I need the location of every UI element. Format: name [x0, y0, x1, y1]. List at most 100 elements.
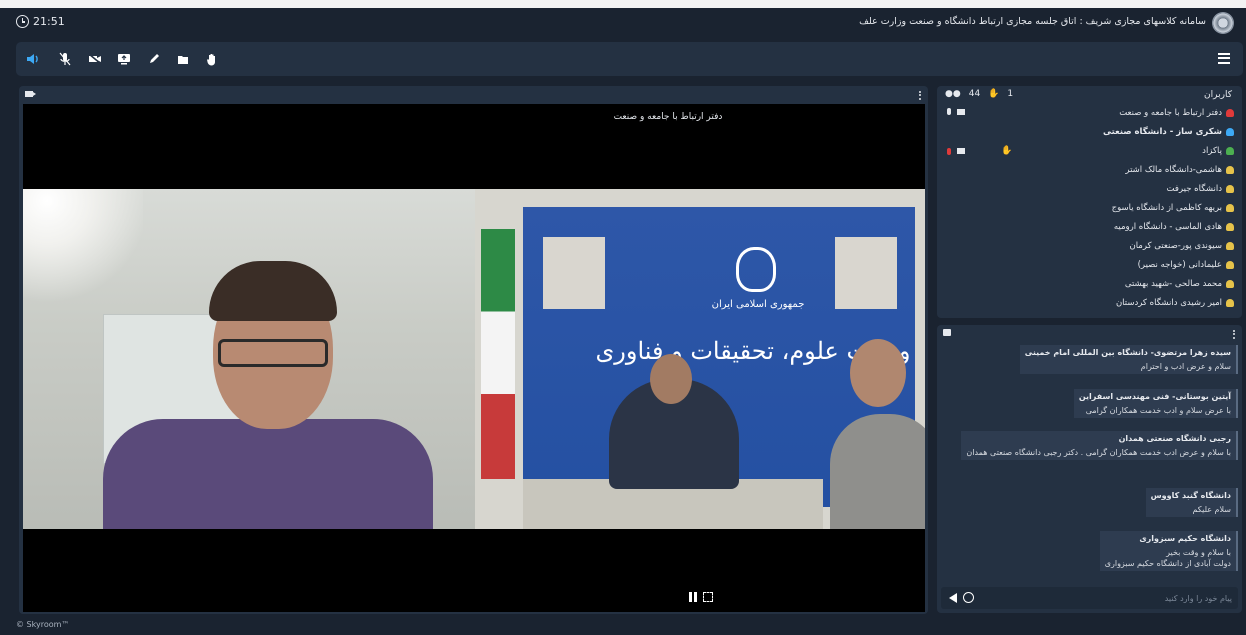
- chat-text: سلام و عرض ادب و احترام: [1140, 362, 1231, 371]
- chat-message: سیده زهرا مرتضوی- دانشگاه بین المللی اما…: [1019, 345, 1238, 374]
- user-name: محمد صالحی -شهید بهشتی: [1124, 279, 1222, 289]
- user-row[interactable]: محمد صالحی -شهید بهشتی: [937, 275, 1242, 294]
- user-row[interactable]: هادی الماسی - دانشگاه ارومیه: [937, 218, 1242, 237]
- portrait-left: [543, 237, 605, 309]
- camera-icon[interactable]: [957, 108, 965, 115]
- user-row[interactable]: پاکزاد ✋: [937, 142, 1242, 161]
- user-name: علیمادانی (خواجه نصیر): [1137, 260, 1222, 270]
- chat-message: آیتین بوستانی- فنی مهندسی اسفراین با عرض …: [1073, 389, 1238, 418]
- participant-feed-right: جمهوری اسلامی ایران وزارت علوم، تحقیقات …: [475, 189, 925, 529]
- video-panel: دفتر ارتباط با جامعه و صنعت جمهوری اسلام…: [19, 86, 928, 614]
- user-name: هاشمی-دانشگاه مالک اشتر: [1125, 165, 1222, 175]
- user-name: بریهه کاظمی از دانشگاه یاسوج: [1111, 203, 1222, 213]
- emoji-icon[interactable]: [963, 592, 974, 603]
- camera-button[interactable]: [86, 50, 104, 68]
- raised-hand-icon: ✋: [988, 89, 1000, 99]
- flag: [481, 229, 515, 479]
- chat-sender: سیده زهرا مرتضوی- دانشگاه بین المللی اما…: [1024, 348, 1231, 357]
- users-count: ●● 44 ✋ 1: [945, 89, 1013, 99]
- send-icon[interactable]: [949, 593, 957, 603]
- speaker-label: دفتر ارتباط با جامعه و صنعت: [613, 112, 723, 122]
- screen-share-button[interactable]: [115, 50, 133, 68]
- chat-options-icon[interactable]: [1233, 328, 1236, 340]
- video-stream[interactable]: دفتر ارتباط با جامعه و صنعت جمهوری اسلام…: [23, 104, 925, 612]
- app-title: سامانه کلاسهای مجازی شریف : اتاق جلسه مج…: [859, 16, 1206, 27]
- hand-icon: [207, 53, 215, 65]
- user-row[interactable]: دفتر ارتباط با جامعه و صنعت: [937, 104, 1242, 123]
- user-icon: [1226, 185, 1234, 193]
- title-bar: 21:51 سامانه کلاسهای مجازی شریف : اتاق ج…: [0, 8, 1246, 38]
- mic-icon[interactable]: [947, 147, 951, 155]
- users-header: ●● 44 ✋ 1 کاربران: [937, 86, 1242, 104]
- banner-subtitle: جمهوری اسلامی ایران: [711, 299, 805, 310]
- user-row[interactable]: علیمادانی (خواجه نصیر): [937, 256, 1242, 275]
- chat-sender: دانشگاه گنبد کاووس: [1150, 491, 1231, 500]
- screen-share-icon: [118, 54, 130, 65]
- pause-icon[interactable]: [689, 592, 697, 602]
- file-icon: [178, 56, 188, 64]
- toolbar: [16, 42, 1243, 76]
- mic-button[interactable]: [56, 50, 74, 68]
- chat-messages: سیده زهرا مرتضوی- دانشگاه بین المللی اما…: [941, 345, 1238, 581]
- user-row[interactable]: بریهه کاظمی از دانشگاه یاسوج: [937, 199, 1242, 218]
- user-name: پاکزاد: [1202, 146, 1222, 156]
- university-logo-icon: [1212, 12, 1234, 34]
- speaker-button[interactable]: [24, 50, 42, 68]
- chat-header: [937, 325, 1242, 341]
- camera-icon: [25, 91, 36, 97]
- chat-sender: دانشگاه حکیم سبزواری: [1139, 534, 1231, 543]
- user-name: امیر رشیدی دانشگاه کردستان: [1115, 298, 1222, 308]
- user-name: دانشگاه جیرفت: [1166, 184, 1222, 194]
- user-icon: [1226, 204, 1234, 212]
- mic-off-icon: [59, 52, 71, 66]
- chat-message: رجبی دانشگاه صنعتی همدان با سلام و عرض اد…: [961, 431, 1238, 460]
- user-name: دفتر ارتباط با جامعه و صنعت: [1119, 108, 1222, 118]
- chat-text: با سلام و عرض ادب خدمت همکاران گرامی . د…: [966, 448, 1231, 457]
- pen-button[interactable]: [145, 50, 163, 68]
- user-icon: [1226, 299, 1234, 307]
- user-row[interactable]: امیر رشیدی دانشگاه کردستان: [937, 294, 1242, 313]
- fullscreen-icon[interactable]: [703, 592, 713, 602]
- mic-icon[interactable]: [947, 108, 951, 115]
- chat-icon: [943, 329, 951, 336]
- user-name: هادی الماسی - دانشگاه ارومیه: [1113, 222, 1222, 232]
- video-controls: [689, 592, 713, 602]
- user-row[interactable]: سیوندی پور-صنعتی کرمان: [937, 237, 1242, 256]
- chat-input-bar: [941, 587, 1238, 609]
- user-row[interactable]: شکری ساز - دانشگاه صنعتی: [937, 123, 1242, 142]
- hand-button[interactable]: [203, 50, 221, 68]
- users-panel: ●● 44 ✋ 1 کاربران دفتر ارتباط با جامعه و…: [937, 86, 1242, 318]
- portrait-right: [835, 237, 897, 309]
- user-icon: [1226, 109, 1234, 117]
- user-icon: [1226, 261, 1234, 269]
- user-icon: [1226, 280, 1234, 288]
- clock-icon: [16, 15, 29, 28]
- user-row[interactable]: دانشگاه جیرفت: [937, 180, 1242, 199]
- camera-off-icon: [88, 53, 102, 65]
- emblem-icon: [736, 247, 776, 292]
- clock-time: 21:51: [33, 15, 65, 28]
- chat-text: با عرض سلام و ادب خدمت همکاران گرامی: [1085, 406, 1231, 415]
- user-icon: [1226, 223, 1234, 231]
- user-list: دفتر ارتباط با جامعه و صنعت شکری ساز - دا…: [937, 104, 1242, 313]
- user-icon: [1226, 147, 1234, 155]
- user-icon: [1226, 242, 1234, 250]
- footer-copyright: © Skyroom™: [16, 620, 70, 629]
- clock: 21:51: [16, 15, 65, 28]
- user-name: سیوندی پور-صنعتی کرمان: [1129, 241, 1222, 251]
- chat-input[interactable]: [992, 590, 1232, 606]
- chat-text: با سلام و وقت بخیر: [1166, 548, 1231, 557]
- chat-message: دانشگاه گنبد کاووس سلام علیکم: [1145, 488, 1238, 517]
- chat-message: دانشگاه حکیم سبزواری با سلام و وقت بخیر دو…: [1099, 531, 1238, 571]
- users-icon: ●●: [945, 89, 961, 99]
- chat-text: دولت آبادی از دانشگاه حکیم سبزواری: [1104, 559, 1231, 568]
- menu-button[interactable]: [1215, 50, 1233, 68]
- chat-sender: آیتین بوستانی- فنی مهندسی اسفراین: [1078, 392, 1231, 401]
- file-button[interactable]: [174, 50, 192, 68]
- video-options-icon[interactable]: [919, 89, 922, 101]
- speaker-icon: [27, 54, 38, 64]
- users-title: کاربران: [1204, 90, 1232, 100]
- camera-icon[interactable]: [957, 148, 965, 154]
- user-row[interactable]: هاشمی-دانشگاه مالک اشتر: [937, 161, 1242, 180]
- participant-feed-left: [23, 189, 475, 529]
